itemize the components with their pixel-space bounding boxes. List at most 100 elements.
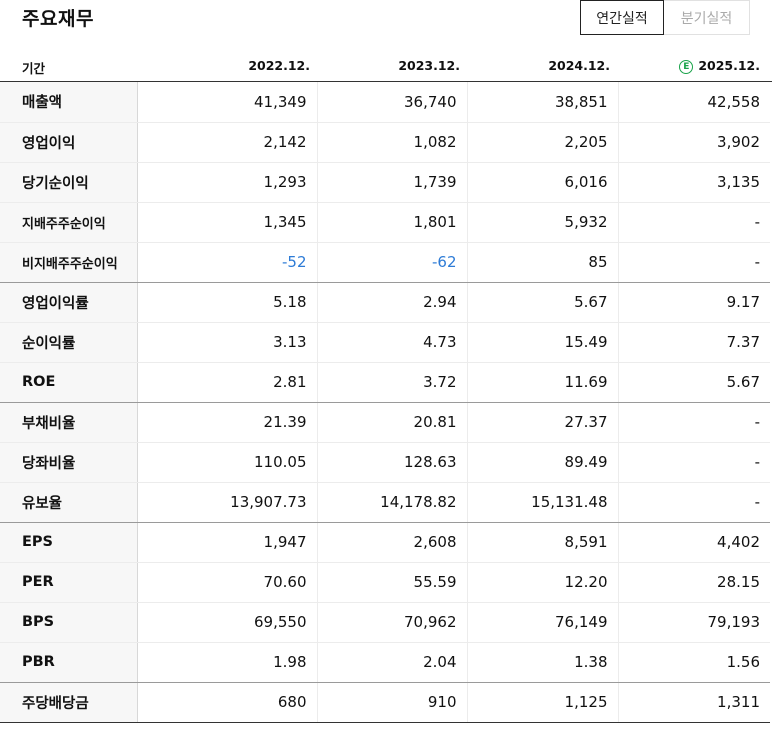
cell-value: 1,082	[317, 122, 468, 163]
cell-value: 1.56	[618, 642, 770, 683]
cell-value: 12.20	[467, 562, 619, 603]
cell-value: 5.67	[618, 362, 770, 403]
table-row: 유보율 13,907.73 14,178.82 15,131.48-	[0, 482, 770, 523]
cell-value: 2,142	[137, 122, 318, 163]
table-row: EPS 1,947 2,608 8,591 4,402	[0, 522, 770, 563]
cell-value: 9.17	[618, 282, 770, 323]
financial-summary-panel: 주요재무 연간실적 분기실적 기간 2022.12. 2023.12. 2024…	[0, 0, 772, 732]
cell-value: 1,311	[618, 682, 770, 723]
cell-value: 41,349	[137, 82, 318, 123]
header-period-2025: E 2025.12.	[679, 58, 760, 74]
cell-value: 36,740	[317, 82, 468, 123]
cell-value: 4,402	[618, 522, 770, 563]
header-period-label: 기간	[22, 61, 46, 76]
row-label: 당기순이익	[0, 162, 138, 203]
cell-value: 1.38	[467, 642, 619, 683]
cell-value: -	[618, 402, 770, 443]
table-row: 지배주주순이익 1,345 1,801 5,932-	[0, 202, 770, 243]
cell-value: 2.04	[317, 642, 468, 683]
cell-value: 70.60	[137, 562, 318, 603]
cell-value: 1,947	[137, 522, 318, 563]
row-label: 순이익률	[0, 322, 138, 363]
cell-value: 680	[137, 682, 318, 723]
cell-value: 27.37	[467, 402, 619, 443]
row-label: 당좌비율	[0, 442, 138, 483]
row-label: PER	[0, 562, 138, 603]
cell-value: 28.15	[618, 562, 770, 603]
table-row: 주당배당금 680 910 1,125 1,311	[0, 682, 770, 723]
cell-value: 21.39	[137, 402, 318, 443]
row-label: 영업이익률	[0, 282, 138, 323]
row-label: 주당배당금	[0, 682, 138, 723]
cell-value: 128.63	[317, 442, 468, 483]
row-label: 비지배주주순이익	[0, 242, 138, 283]
cell-value: 3.72	[317, 362, 468, 403]
cell-value: 5.67	[467, 282, 619, 323]
cell-value: 8,591	[467, 522, 619, 563]
cell-value: -	[618, 442, 770, 483]
cell-value: -52	[137, 242, 318, 283]
cell-value: 3,902	[618, 122, 770, 163]
cell-value: 7.37	[618, 322, 770, 363]
table-row: 당기순이익 1,293 1,739 6,016 3,135	[0, 162, 770, 203]
header-period-2025-label: 2025.12.	[698, 58, 760, 73]
cell-value: 11.69	[467, 362, 619, 403]
row-label: PBR	[0, 642, 138, 683]
row-label: 영업이익	[0, 122, 138, 163]
row-label: BPS	[0, 602, 138, 643]
cell-value: 1,125	[467, 682, 619, 723]
tab-annual[interactable]: 연간실적	[580, 0, 664, 35]
cell-value: 1,739	[317, 162, 468, 203]
table-row: 매출액 41,349 36,740 38,851 42,558	[0, 82, 770, 123]
cell-value: 69,550	[137, 602, 318, 643]
table-row: PER 70.60 55.59 12.20 28.15	[0, 562, 770, 603]
cell-value: 6,016	[467, 162, 619, 203]
estimate-badge-icon: E	[679, 60, 694, 74]
cell-value: 110.05	[137, 442, 318, 483]
row-label: ROE	[0, 362, 138, 403]
cell-value: -62	[317, 242, 468, 283]
cell-value: 15,131.48	[467, 482, 619, 523]
period-tabs: 연간실적 분기실적	[580, 0, 750, 35]
panel-title: 주요재무	[22, 8, 94, 30]
cell-value: 13,907.73	[137, 482, 318, 523]
table-row: ROE 2.81 3.72 11.69 5.67	[0, 362, 770, 403]
cell-value: 79,193	[618, 602, 770, 643]
cell-value: -	[618, 202, 770, 243]
cell-value: 1,801	[317, 202, 468, 243]
tab-quarterly[interactable]: 분기실적	[664, 0, 750, 35]
table-row: PBR 1.98 2.04 1.38 1.56	[0, 642, 770, 683]
cell-value: 20.81	[317, 402, 468, 443]
header-period-2023: 2023.12.	[398, 58, 460, 73]
table-row: 부채비율 21.39 20.81 27.37-	[0, 402, 770, 443]
cell-value: -	[618, 242, 770, 283]
row-label: EPS	[0, 522, 138, 563]
table-row: 영업이익 2,142 1,082 2,205 3,902	[0, 122, 770, 163]
cell-value: 2,205	[467, 122, 619, 163]
cell-value: 1,345	[137, 202, 318, 243]
cell-value: 15.49	[467, 322, 619, 363]
table-row: 영업이익률 5.18 2.94 5.67 9.17	[0, 282, 770, 323]
table-row: BPS 69,550 70,962 76,149 79,193	[0, 602, 770, 643]
financial-table: 매출액 41,349 36,740 38,851 42,558 영업이익 2,142 1,08…	[0, 82, 770, 723]
cell-value: 2.94	[317, 282, 468, 323]
cell-value: 85	[467, 242, 619, 283]
cell-value: 2.81	[137, 362, 318, 403]
header-period-2022: 2022.12.	[248, 58, 310, 73]
cell-value: 1.98	[137, 642, 318, 683]
table-row: 당좌비율 110.05 128.63 89.49-	[0, 442, 770, 483]
cell-value: 89.49	[467, 442, 619, 483]
cell-value: 5,932	[467, 202, 619, 243]
cell-value: 14,178.82	[317, 482, 468, 523]
cell-value: 55.59	[317, 562, 468, 603]
table-header: 기간 2022.12. 2023.12. 2024.12. E 2025.12.	[0, 50, 772, 82]
cell-value: 3.13	[137, 322, 318, 363]
row-label: 부채비율	[0, 402, 138, 443]
table-row: 비지배주주순이익 -52 -62 85-	[0, 242, 770, 283]
cell-value: 76,149	[467, 602, 619, 643]
cell-value: -	[618, 482, 770, 523]
cell-value: 3,135	[618, 162, 770, 203]
cell-value: 910	[317, 682, 468, 723]
cell-value: 70,962	[317, 602, 468, 643]
cell-value: 1,293	[137, 162, 318, 203]
